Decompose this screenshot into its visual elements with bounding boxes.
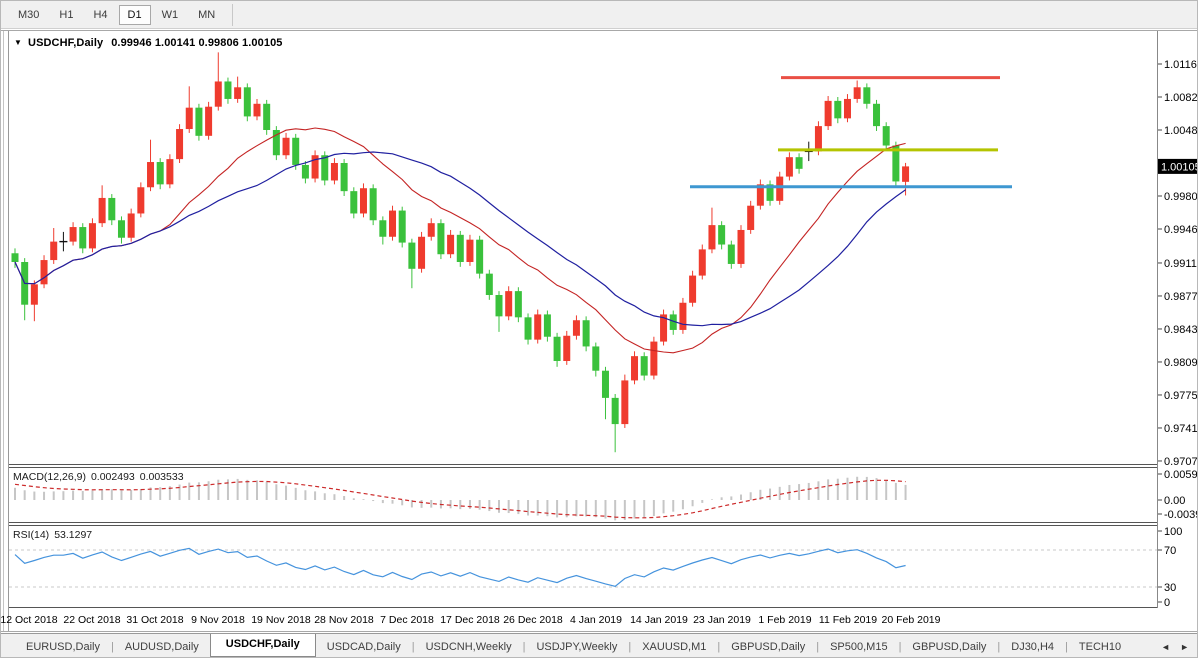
chart-ohlc-values: 0.99946 1.00141 0.99806 1.00105 (111, 37, 283, 49)
chart-tab-eurusd-daily[interactable]: EURUSD,Daily (15, 637, 111, 657)
chart-window: 1.01160 1.00820 1.00480 0.99800 0.99460 0.991… (1, 29, 1198, 633)
date-label: 28 Nov 2018 (314, 614, 374, 626)
chart-tab-bar: EURUSD,Daily | AUDUSD,Daily USDCHF,Daily USD… (1, 633, 1197, 658)
date-label: 17 Dec 2018 (440, 614, 500, 626)
price-tick-label: 0.98770 (1164, 291, 1198, 303)
chart-tab-usdcad-daily[interactable]: USDCAD,Daily (316, 637, 412, 657)
price-tick-label: 0.99110 (1164, 258, 1198, 270)
timeframe-button-mn[interactable]: MN (189, 5, 224, 25)
tab-scroll-left-icon[interactable]: ◄ (1156, 640, 1175, 654)
tab-scroll-arrows: ◄ ► (1154, 634, 1196, 657)
chart-tab-gbpusd-daily[interactable]: GBPUSD,Daily (901, 637, 997, 657)
rsi-value: 53.1297 (54, 529, 93, 541)
macd-tick-label: 0.005925 (1164, 469, 1198, 481)
date-axis[interactable]: 12 Oct 2018 22 Oct 2018 31 Oct 2018 9 Nov 2… (1, 614, 941, 626)
chart-tab-usdchf-daily[interactable]: USDCHF,Daily (209, 634, 316, 657)
date-label: 9 Nov 2018 (191, 614, 245, 626)
price-tick-label: 0.97750 (1164, 390, 1198, 402)
chart-expand-icon[interactable]: ▼ (14, 38, 22, 47)
macd-name: MACD(12,26,9) (13, 471, 86, 483)
chart-tab-gbpusd-daily[interactable]: GBPUSD,Daily (720, 637, 816, 657)
chart-tab-usdjpy-weekly[interactable]: USDJPY,Weekly (525, 637, 628, 657)
date-label: 19 Nov 2018 (251, 614, 311, 626)
date-label: 1 Feb 2019 (758, 614, 811, 626)
rsi-tick-label: 0 (1164, 597, 1170, 609)
current-price-label: 1.00105 (1161, 161, 1198, 173)
tab-scroll-right-icon[interactable]: ► (1175, 640, 1194, 654)
timeframe-button-h1[interactable]: H1 (50, 5, 82, 25)
chart-tab-audusd-daily[interactable]: AUDUSD,Daily (114, 637, 210, 657)
chart-symbol-label: USDCHF,Daily (28, 37, 104, 49)
date-label: 7 Dec 2018 (380, 614, 434, 626)
macd-tick-label: 0.00 (1164, 495, 1185, 507)
price-chart-canvas[interactable]: 1.01160 1.00820 1.00480 0.99800 0.99460 0.991… (1, 29, 1198, 633)
price-tick-label: 0.99460 (1164, 224, 1198, 236)
rsi-tick-label: 30 (1164, 582, 1176, 594)
date-label: 31 Oct 2018 (126, 614, 183, 626)
timeframe-button-d1[interactable]: D1 (118, 4, 151, 25)
timeframe-button-h4[interactable]: H4 (84, 5, 116, 25)
date-label: 23 Jan 2019 (693, 614, 751, 626)
price-tick-label: 0.99800 (1164, 191, 1198, 203)
macd-main-value: 0.002493 (90, 471, 135, 483)
chart-title: ▼ USDCHF,Daily 0.99946 1.00141 0.99806 1.0… (14, 37, 283, 49)
rsi-tick-label: 100 (1164, 526, 1182, 538)
price-tick-label: 0.98090 (1164, 357, 1198, 369)
date-label: 12 Oct 2018 (1, 614, 58, 626)
chart-tab-tech10[interactable]: TECH10 (1068, 637, 1132, 657)
price-tick-label: 1.00480 (1164, 125, 1198, 137)
rsi-name: RSI(14) (13, 529, 50, 541)
date-label: 26 Dec 2018 (503, 614, 563, 626)
chart-tab-xauusd-m1[interactable]: XAUUSD,M1 (631, 637, 717, 657)
price-tick-label: 1.00820 (1164, 92, 1198, 104)
rsi-indicator-label: RSI(14) 53.1297 (13, 529, 97, 541)
chart-tab-usdcnh-weekly[interactable]: USDCNH,Weekly (415, 637, 523, 657)
chart-tab-dj30-h4[interactable]: DJ30,H4 (1000, 637, 1065, 657)
price-tick-label: 0.97410 (1164, 423, 1198, 435)
date-label: 20 Feb 2019 (882, 614, 941, 626)
timeframe-button-m30[interactable]: M30 (9, 5, 48, 25)
trading-terminal-window: M30H1H4D1W1MN 1.01160 1.00820 1.00480 0.998… (0, 0, 1198, 658)
toolbar-divider (232, 3, 234, 26)
date-label: 14 Jan 2019 (630, 614, 688, 626)
chart-tabs: EURUSD,Daily | AUDUSD,Daily USDCHF,Daily USD… (15, 634, 1132, 658)
date-label: 4 Jan 2019 (570, 614, 622, 626)
chart-tab-sp500-m15[interactable]: SP500,M15 (819, 637, 898, 657)
price-tick-label: 0.98430 (1164, 324, 1198, 336)
rsi-tick-label: 70 (1164, 545, 1176, 557)
macd-signal-value: 0.003533 (139, 471, 184, 483)
timeframe-button-w1[interactable]: W1 (153, 5, 188, 25)
date-label: 22 Oct 2018 (63, 614, 120, 626)
date-label: 11 Feb 2019 (819, 614, 877, 626)
price-tick-label: 0.97070 (1164, 456, 1198, 468)
macd-tick-label: -0.003951 (1164, 509, 1198, 521)
macd-indicator-label: MACD(12,26,9) 0.002493 0.003533 (13, 471, 189, 483)
timeframe-toolbar: M30 H1 H4 D1 W1 MN (1, 1, 1197, 29)
price-tick-label: 1.01160 (1164, 59, 1198, 71)
